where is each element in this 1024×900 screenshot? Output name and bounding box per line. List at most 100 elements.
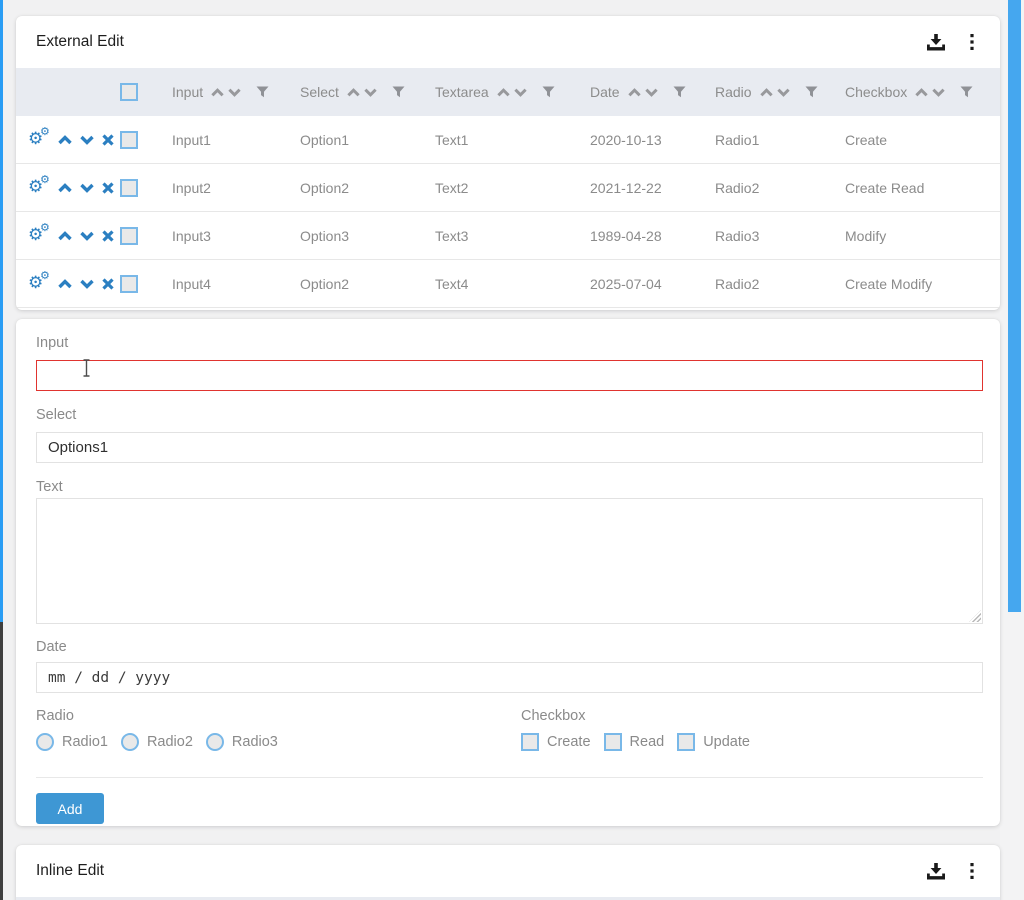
cell-select: Option3 xyxy=(300,228,435,244)
kebab-menu-icon[interactable] xyxy=(970,34,974,50)
move-up-icon[interactable] xyxy=(58,183,72,193)
checkbox-option[interactable]: Update xyxy=(677,733,750,751)
cell-date: 2021-12-22 xyxy=(590,180,715,196)
move-down-icon[interactable] xyxy=(80,183,94,193)
table-header-row: Input xyxy=(16,68,1000,116)
column-header: Textarea xyxy=(435,84,590,100)
cell-date: 1989-04-28 xyxy=(590,228,715,244)
scrollbar-thumb[interactable] xyxy=(1008,0,1021,612)
sort-descending-icon[interactable] xyxy=(228,88,241,97)
cell-checkbox: Create Read xyxy=(845,180,1000,196)
cell-textarea: Text4 xyxy=(435,276,590,292)
card-title: External Edit xyxy=(36,33,926,51)
cell-textarea: Text2 xyxy=(435,180,590,196)
move-down-icon[interactable] xyxy=(80,231,94,241)
checkbox-box[interactable] xyxy=(604,733,622,751)
move-down-icon[interactable] xyxy=(80,135,94,145)
checkbox-option-label: Read xyxy=(630,734,665,750)
move-up-icon[interactable] xyxy=(58,135,72,145)
filter-icon[interactable] xyxy=(392,86,405,98)
card-title: Inline Edit xyxy=(36,862,926,880)
radio-option[interactable]: Radio2 xyxy=(121,733,193,751)
sort-ascending-icon[interactable] xyxy=(497,88,510,97)
radio-button[interactable] xyxy=(121,733,139,751)
close-icon[interactable] xyxy=(102,134,114,146)
external-edit-card: External Edit xyxy=(16,16,1000,310)
sort-descending-icon[interactable] xyxy=(364,88,377,97)
cogs-icon[interactable]: ⚙⚙ xyxy=(28,274,50,294)
sort-descending-icon[interactable] xyxy=(777,88,790,97)
cell-input: Input4 xyxy=(172,276,300,292)
row-checkbox[interactable] xyxy=(120,275,138,293)
sort-descending-icon[interactable] xyxy=(932,88,945,97)
text-label: Text xyxy=(36,478,983,496)
checkbox-box[interactable] xyxy=(677,733,695,751)
row-checkbox[interactable] xyxy=(120,131,138,149)
checkbox-option[interactable]: Create xyxy=(521,733,591,751)
row-checkbox[interactable] xyxy=(120,227,138,245)
add-button[interactable]: Add xyxy=(36,793,104,824)
cogs-icon[interactable]: ⚙⚙ xyxy=(28,130,50,150)
close-icon[interactable] xyxy=(102,278,114,290)
row-actions: ⚙⚙ xyxy=(16,178,120,198)
table-row: ⚙⚙ xyxy=(16,212,1000,260)
filter-icon[interactable] xyxy=(673,86,686,98)
input-field[interactable] xyxy=(36,360,983,391)
resize-grip-icon[interactable] xyxy=(969,610,981,622)
radio-option[interactable]: Radio1 xyxy=(36,733,108,751)
move-down-icon[interactable] xyxy=(80,279,94,289)
move-up-icon[interactable] xyxy=(58,231,72,241)
filter-icon[interactable] xyxy=(805,86,818,98)
kebab-menu-icon[interactable] xyxy=(970,863,974,879)
left-edge-indicator-blue xyxy=(0,0,3,622)
row-checkbox[interactable] xyxy=(120,179,138,197)
date-field[interactable]: mm / dd / yyyy xyxy=(36,662,983,693)
sort-descending-icon[interactable] xyxy=(645,88,658,97)
options-row: Radio Radio1 Radio2 Radio3 xyxy=(36,707,983,761)
radio-group-label: Radio xyxy=(36,707,278,725)
cogs-icon[interactable]: ⚙⚙ xyxy=(28,178,50,198)
cogs-icon[interactable]: ⚙⚙ xyxy=(28,226,50,246)
filter-icon[interactable] xyxy=(542,86,555,98)
cell-date: 2025-07-04 xyxy=(590,276,715,292)
radio-group: Radio Radio1 Radio2 Radio3 xyxy=(36,707,278,751)
column-label: Textarea xyxy=(435,84,489,100)
download-icon[interactable] xyxy=(926,863,946,880)
radio-option[interactable]: Radio3 xyxy=(206,733,278,751)
cell-date: 2020-10-13 xyxy=(590,132,715,148)
checkbox-box[interactable] xyxy=(521,733,539,751)
sort-ascending-icon[interactable] xyxy=(211,88,224,97)
cell-checkbox: Create Modify xyxy=(845,276,1000,292)
move-up-icon[interactable] xyxy=(58,279,72,289)
checkbox-option[interactable]: Read xyxy=(604,733,665,751)
checkbox-group: Checkbox Create Read Update xyxy=(521,707,750,751)
download-icon[interactable] xyxy=(926,34,946,51)
filter-icon[interactable] xyxy=(960,86,973,98)
select-field[interactable]: Options1 xyxy=(36,432,983,463)
column-header: Radio xyxy=(715,84,845,100)
close-icon[interactable] xyxy=(102,182,114,194)
sort-ascending-icon[interactable] xyxy=(347,88,360,97)
filter-icon[interactable] xyxy=(256,86,269,98)
column-label: Date xyxy=(590,84,620,100)
column-header: Date xyxy=(590,84,715,100)
close-icon[interactable] xyxy=(102,230,114,242)
cell-select: Option2 xyxy=(300,180,435,196)
column-label: Checkbox xyxy=(845,84,907,100)
column-label: Input xyxy=(172,84,203,100)
sort-ascending-icon[interactable] xyxy=(915,88,928,97)
sort-ascending-icon[interactable] xyxy=(760,88,773,97)
radio-button[interactable] xyxy=(36,733,54,751)
sort-ascending-icon[interactable] xyxy=(628,88,641,97)
radio-button[interactable] xyxy=(206,733,224,751)
select-all-checkbox[interactable] xyxy=(120,83,138,101)
sort-descending-icon[interactable] xyxy=(514,88,527,97)
radio-option-label: Radio2 xyxy=(147,734,193,750)
cell-radio: Radio3 xyxy=(715,228,845,244)
cell-radio: Radio1 xyxy=(715,132,845,148)
inline-edit-card: Inline Edit xyxy=(16,845,1000,900)
text-textarea[interactable] xyxy=(36,498,983,624)
cell-textarea: Text1 xyxy=(435,132,590,148)
form-divider xyxy=(36,777,983,778)
table-row: ⚙⚙ xyxy=(16,116,1000,164)
